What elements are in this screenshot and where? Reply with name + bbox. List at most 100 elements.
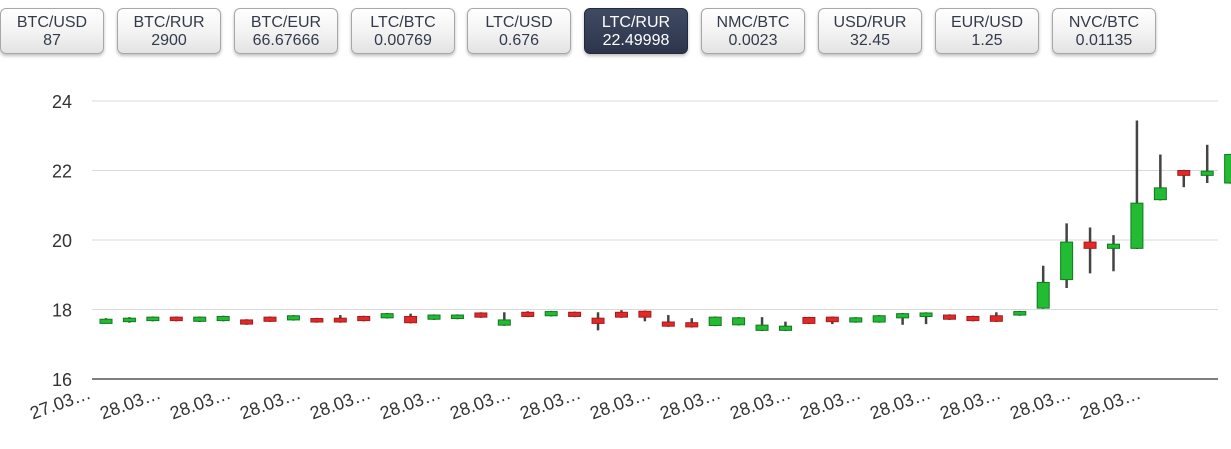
candle-body-up	[849, 317, 863, 323]
candlestick-chart: 161820222427.03… 28.03… 28.03… 28.03… 28.03……	[27, 92, 1231, 423]
candle-body-down	[802, 316, 816, 324]
candle-body-up	[708, 316, 722, 326]
candle-body-down	[169, 316, 183, 322]
tab-pair-label: NVC/BTC	[1068, 14, 1140, 31]
x-tick-label: 28.03…	[1077, 383, 1143, 423]
tab-nvc-btc[interactable]: NVC/BTC 0.01135	[1052, 8, 1156, 54]
tab-ltc-btc[interactable]: LTC/BTC 0.00769	[351, 8, 455, 54]
candle-body-up	[450, 314, 464, 320]
y-tick-label: 20	[52, 231, 72, 251]
candle-body-down	[966, 315, 980, 322]
x-tick-label: 28.03…	[237, 383, 303, 423]
candle-body-up	[1130, 202, 1144, 249]
candle-body-up	[1060, 241, 1074, 281]
x-tick-label: 28.03…	[1007, 383, 1073, 423]
currency-pair-tabs: BTC/USD 87 BTC/RUR 2900 BTC/EUR 66.67666 LTC/B…	[0, 8, 1231, 58]
tab-pair-label: LTC/USD	[485, 14, 553, 31]
x-tick-label: 28.03…	[727, 383, 793, 423]
tab-rate-value: 0.676	[498, 32, 540, 49]
y-tick-label: 16	[52, 370, 72, 390]
candle-body-up	[544, 311, 558, 317]
x-tick-label: 28.03…	[97, 383, 163, 423]
candle-body-down	[1177, 170, 1191, 176]
tab-pair-label: USD/RUR	[833, 14, 907, 31]
candle-body-down	[685, 322, 699, 328]
candle-body-down	[333, 317, 347, 323]
x-tick-label: 28.03…	[517, 383, 583, 423]
tab-nmc-btc[interactable]: NMC/BTC 0.0023	[701, 8, 805, 54]
candle-body-up	[896, 313, 910, 319]
tab-rate-value: 0.01135	[1075, 32, 1133, 49]
candle-body-down	[263, 316, 277, 322]
tab-pair-label: LTC/RUR	[601, 14, 671, 31]
tab-pair-label: LTC/BTC	[370, 14, 436, 31]
candle-body-down	[989, 315, 1003, 322]
candle-body-up	[778, 325, 792, 331]
candle-body-up	[1013, 311, 1027, 316]
candle-body-up	[919, 312, 933, 317]
x-tick-label: 28.03…	[447, 383, 513, 423]
candle-body-up	[732, 317, 746, 326]
tab-rate-value: 87	[43, 32, 61, 49]
x-tick-label: 28.03…	[377, 383, 443, 423]
candle-body-up	[122, 317, 136, 323]
candle-body-down	[638, 310, 652, 318]
x-tick-label: 28.03…	[167, 383, 233, 423]
candle-body-down	[240, 319, 254, 325]
candle-body-down	[568, 311, 582, 317]
tab-usd-rur[interactable]: USD/RUR 32.45	[818, 8, 922, 54]
tab-pair-label: BTC/USD	[16, 14, 88, 31]
tab-pair-label: BTC/EUR	[250, 14, 322, 31]
candle-body-up	[1153, 187, 1167, 201]
tab-rate-value: 2900	[151, 32, 187, 49]
tab-rate-value: 0.00769	[374, 32, 432, 49]
candle-body-up	[872, 315, 886, 323]
candle-body-up	[755, 324, 769, 331]
candle-body-up	[216, 315, 230, 322]
candle-body-down	[1083, 241, 1097, 249]
candle-body-up	[1106, 243, 1120, 249]
tab-btc-eur[interactable]: BTC/EUR 66.67666	[234, 8, 338, 54]
x-tick-label: 28.03…	[657, 383, 723, 423]
tab-rate-value: 0.0023	[728, 32, 778, 49]
tab-btc-rur[interactable]: BTC/RUR 2900	[117, 8, 221, 54]
y-tick-label: 22	[52, 162, 72, 182]
tab-rate-value: 32.45	[849, 32, 891, 49]
tab-pair-label: EUR/USD	[950, 14, 1023, 31]
tab-ltc-rur[interactable]: LTC/RUR 22.49998	[584, 8, 688, 54]
candle-body-up	[1224, 154, 1231, 184]
candle-body-down	[474, 312, 488, 318]
candle-body-down	[614, 311, 628, 318]
candle-body-up	[286, 315, 300, 321]
candle-body-down	[942, 314, 956, 320]
candle-body-down	[521, 311, 535, 317]
tab-rate-value: 66.67666	[252, 32, 320, 49]
tab-btc-usd[interactable]: BTC/USD 87	[0, 8, 104, 54]
candle-body-up	[380, 313, 394, 319]
tab-pair-label: NMC/BTC	[716, 14, 790, 31]
candle-body-down	[591, 317, 605, 324]
y-tick-label: 24	[52, 92, 72, 112]
x-tick-label: 28.03…	[867, 383, 933, 423]
candle-body-down	[310, 318, 324, 323]
candle-body-up	[193, 316, 207, 322]
candle-body-down	[357, 315, 371, 322]
y-tick-label: 18	[52, 301, 72, 321]
candle-body-down	[825, 316, 839, 323]
candle-body-up	[1200, 170, 1214, 176]
tab-rate-value: 1.25	[971, 32, 1003, 49]
tab-eur-usd[interactable]: EUR/USD 1.25	[935, 8, 1039, 54]
tab-ltc-usd[interactable]: LTC/USD 0.676	[467, 8, 571, 54]
candle-body-up	[497, 319, 511, 326]
price-chart: 16 18 20 22 24 27.03… 28.03… 28.03… 28.03… 28.03……	[0, 80, 1231, 449]
candle-body-down	[661, 321, 675, 327]
x-tick-label: 28.03…	[937, 383, 1003, 423]
x-tick-label: 28.03…	[307, 383, 373, 423]
candle-body-down	[404, 315, 418, 324]
x-tick-label: 28.03…	[797, 383, 863, 423]
candle-body-up	[1036, 281, 1050, 309]
candle-body-up	[99, 318, 113, 324]
candle-body-up	[427, 314, 441, 320]
candle-body-up	[146, 316, 160, 322]
tab-rate-value: 22.49998	[602, 32, 670, 49]
